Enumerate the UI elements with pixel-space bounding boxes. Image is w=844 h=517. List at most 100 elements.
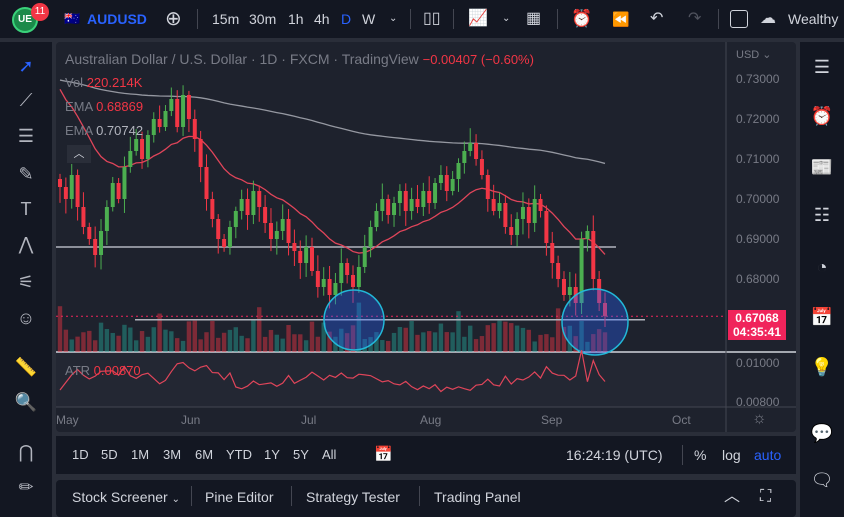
vol-value: 220.214K	[86, 75, 143, 90]
cursor-icon[interactable]: ➚	[14, 54, 38, 78]
chart-canvas[interactable]	[56, 42, 796, 432]
emoji-icon[interactable]: ☺	[14, 306, 38, 330]
alarm-clock-icon[interactable]: ⏰	[809, 103, 835, 129]
candle-body	[140, 139, 145, 159]
volume-bar	[139, 331, 145, 352]
volume-bar	[81, 332, 86, 352]
candle-body	[491, 199, 496, 211]
indicators-icon[interactable]: 📈	[468, 0, 488, 38]
messages-icon[interactable]: 🗨	[809, 467, 835, 493]
candle-body	[116, 183, 121, 199]
candles-icon[interactable]: ▯▯	[423, 0, 441, 38]
tab-pine-editor[interactable]: Pine Editor	[205, 480, 273, 514]
chart-settings-icon[interactable]: ☼	[752, 410, 767, 428]
range-6m[interactable]: 6M	[195, 436, 213, 474]
volume-bar	[198, 339, 203, 352]
text-icon[interactable]: T	[14, 197, 38, 221]
expand-panel-icon[interactable]: ︿	[724, 480, 740, 514]
interval-1h[interactable]: 1h	[288, 0, 304, 38]
interval-w[interactable]: W	[362, 0, 375, 38]
range-5d[interactable]: 5D	[101, 436, 118, 474]
candle-body	[368, 227, 373, 247]
layout-name[interactable]: Wealthy	[788, 0, 838, 38]
interval-4h[interactable]: 4h	[314, 0, 330, 38]
candle-body	[479, 159, 484, 175]
chart-area[interactable]: Australian Dollar / U.S. Dollar · 1D · F…	[56, 42, 796, 432]
volume-bar	[233, 327, 239, 352]
trend-line-icon[interactable]: ⟋	[14, 88, 38, 112]
magnet-icon[interactable]: ⋂	[14, 440, 38, 464]
tab-stock-screener[interactable]: Stock Screener ⌄	[72, 480, 180, 517]
atr-pane	[56, 352, 726, 407]
volume-bar	[251, 320, 256, 352]
volume-bar	[503, 321, 508, 352]
candle-body	[362, 247, 367, 267]
ideas-bulb-icon[interactable]: 💡	[809, 354, 835, 380]
range-3m[interactable]: 3M	[163, 436, 181, 474]
layouts-icon[interactable]: ▦	[526, 0, 541, 38]
interval-dropdown-icon[interactable]: ⌄	[389, 0, 397, 38]
volume-bar	[128, 327, 133, 352]
symbol-search[interactable]: AUDUSD	[87, 0, 147, 38]
range-1y[interactable]: 1Y	[264, 436, 280, 474]
percent-toggle[interactable]: %	[694, 436, 706, 474]
compare-add-icon[interactable]: ⊕	[165, 0, 182, 38]
data-window-icon[interactable]: ☷	[809, 202, 835, 228]
candle-body	[544, 211, 549, 243]
range-1d[interactable]: 1D	[72, 436, 89, 474]
pattern-icon[interactable]: ⋀	[14, 232, 38, 256]
calendar-icon[interactable]: 📅	[809, 304, 835, 330]
zoom-icon[interactable]: 🔍	[14, 390, 38, 414]
range-ytd[interactable]: YTD	[226, 436, 252, 474]
log-toggle[interactable]: log	[722, 436, 741, 474]
chats-icon[interactable]: 💬	[809, 420, 835, 446]
volume-bar	[145, 336, 151, 352]
redo-icon: ↷	[688, 10, 702, 27]
cloud-icon[interactable]: ☁	[760, 0, 776, 38]
brush-icon[interactable]: ✎	[14, 162, 38, 186]
goto-date-icon[interactable]: 📅	[374, 436, 393, 474]
candle-body	[268, 223, 273, 239]
volume-bar	[315, 336, 321, 352]
hotlist-icon[interactable]: ◔	[809, 254, 835, 280]
interval-30m[interactable]: 30m	[249, 0, 276, 38]
candle-body	[485, 175, 490, 199]
alert-icon[interactable]: ⏰	[571, 0, 592, 38]
range-5y[interactable]: 5Y	[293, 436, 309, 474]
candle-body	[386, 199, 391, 215]
indicators-dropdown-icon[interactable]: ⌄	[502, 0, 510, 38]
range-all[interactable]: All	[322, 436, 336, 474]
currency-selector[interactable]: USD ⌄	[736, 48, 772, 61]
watchlist-icon[interactable]: ☰	[809, 54, 835, 80]
volume-bar	[421, 332, 426, 352]
volume-bar	[509, 323, 514, 352]
fib-icon[interactable]: ☰	[14, 124, 38, 148]
utc-clock[interactable]: 16:24:19 (UTC)	[566, 436, 662, 474]
range-1m[interactable]: 1M	[131, 436, 149, 474]
replay-icon[interactable]: ⏪	[612, 0, 629, 38]
lock-draw-icon[interactable]: ✏	[14, 475, 38, 499]
candle-body	[304, 247, 309, 263]
fullscreen-box-icon[interactable]	[730, 10, 748, 28]
news-icon[interactable]: 📰	[809, 154, 835, 180]
collapse-legend-icon[interactable]: ︿	[67, 145, 91, 163]
ruler-icon[interactable]: 📏	[14, 355, 38, 379]
candle-body	[151, 119, 156, 135]
candle-body	[392, 203, 397, 215]
volume-bar	[133, 340, 139, 352]
chevron-down-icon[interactable]: ⌄	[172, 494, 180, 505]
candle-body	[104, 207, 109, 231]
candle-body	[444, 175, 449, 191]
volume-bar	[298, 334, 303, 352]
interval-15m[interactable]: 15m	[212, 0, 239, 38]
currency-label: USD	[736, 49, 760, 61]
interval-d[interactable]: D	[341, 0, 351, 38]
auto-toggle[interactable]: auto	[754, 436, 781, 474]
volume-bar	[221, 332, 227, 352]
tab-trading-panel[interactable]: Trading Panel	[434, 480, 521, 514]
maximize-icon[interactable]: ⛶	[760, 480, 771, 514]
candle-body	[239, 199, 244, 211]
prediction-icon[interactable]: ⚟	[14, 270, 38, 294]
tab-strategy-tester[interactable]: Strategy Tester	[306, 480, 400, 514]
undo-icon[interactable]: ↶	[650, 0, 663, 38]
